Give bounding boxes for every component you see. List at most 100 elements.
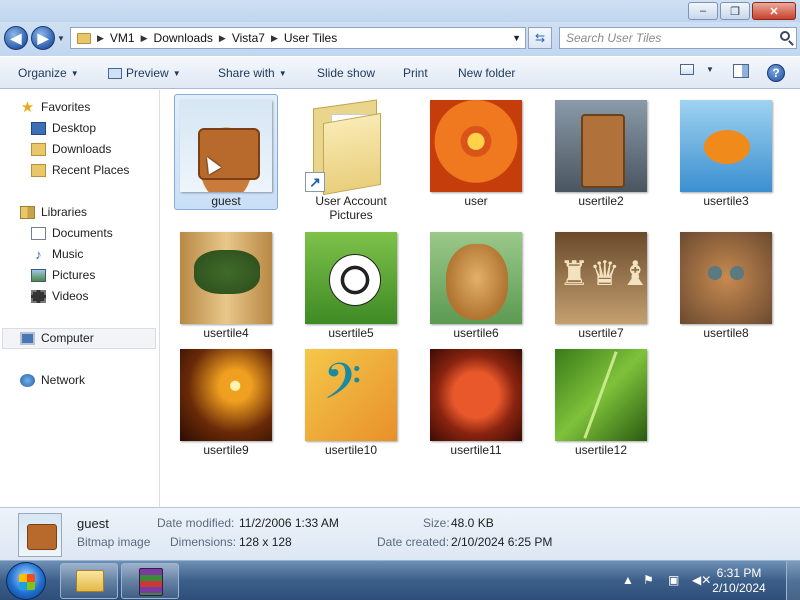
preview-pane-icon xyxy=(733,64,749,78)
dog-thumbnail xyxy=(430,232,522,324)
documents-icon xyxy=(31,226,46,240)
computer-icon xyxy=(20,331,35,345)
details-thumbnail xyxy=(18,513,62,557)
date-created-value[interactable]: 2/10/2024 6:25 PM xyxy=(451,535,552,549)
nav-label: Network xyxy=(41,373,86,387)
new-folder-button[interactable]: New folder xyxy=(458,66,515,80)
date-modified-value[interactable]: 11/2/2006 1:33 AM xyxy=(239,516,339,530)
nav-pictures[interactable]: Pictures xyxy=(31,266,95,284)
slide-show-button[interactable]: Slide show xyxy=(317,66,375,80)
recent-pages-dropdown[interactable]: ▼ xyxy=(57,34,65,43)
preview-button[interactable]: Preview ▼ xyxy=(108,66,181,80)
nav-music[interactable]: ♪ Music xyxy=(31,245,83,263)
nav-label: Music xyxy=(52,247,84,261)
recent-places-icon xyxy=(31,163,46,177)
file-list: guest ↗ User Account Pictures user usert… xyxy=(161,90,800,507)
nav-downloads[interactable]: Downloads xyxy=(31,140,111,158)
network-icon xyxy=(20,373,35,387)
share-with-label: Share with xyxy=(218,66,275,80)
sports-balls-thumbnail xyxy=(305,232,397,324)
nav-label: Libraries xyxy=(41,205,88,219)
breadcrumb-separator-icon[interactable]: ▶ xyxy=(141,33,148,44)
robot-thumbnail xyxy=(555,100,647,192)
leaf-thumbnail xyxy=(555,349,647,441)
nav-computer[interactable]: Computer xyxy=(20,329,94,347)
back-button[interactable]: ◀ xyxy=(4,26,28,50)
window-controls: – ❐ ✕ xyxy=(688,2,796,20)
videos-icon xyxy=(31,289,46,303)
print-button[interactable]: Print xyxy=(403,66,428,80)
libraries-icon xyxy=(20,205,35,219)
breadcrumb-separator-icon[interactable]: ▶ xyxy=(219,33,226,44)
details-file-name: guest xyxy=(77,516,109,531)
address-row: ◀ ▶ ▼ ▶ VM1 ▶ Downloads ▶ Vista7 ▶ User … xyxy=(0,22,800,56)
kitten-thumbnail xyxy=(680,232,772,324)
share-with-button[interactable]: Share with ▼ xyxy=(218,66,287,80)
flag-icon[interactable]: ⚑ xyxy=(643,573,654,587)
nav-label: Desktop xyxy=(52,121,97,135)
nav-recent-places[interactable]: Recent Places xyxy=(31,161,129,179)
dimensions-label: Dimensions: xyxy=(170,535,237,549)
system-clock[interactable]: 6:31 PM 2/10/2024 xyxy=(704,566,774,596)
search-box[interactable] xyxy=(559,27,797,49)
address-bar[interactable]: ▶ VM1 ▶ Downloads ▶ Vista7 ▶ User Tiles … xyxy=(70,27,526,49)
breadcrumb-separator-icon[interactable]: ▶ xyxy=(271,33,278,44)
breadcrumb-downloads[interactable]: Downloads xyxy=(154,31,213,45)
starfish-thumbnail xyxy=(430,349,522,441)
nav-desktop[interactable]: Desktop xyxy=(31,119,96,137)
folder-shortcut-icon: ↗ xyxy=(305,99,397,196)
nav-label: Videos xyxy=(52,289,89,303)
change-view-button[interactable]: ▼ xyxy=(680,64,714,75)
flower-thumbnail xyxy=(430,100,522,192)
file-name: usertile5 xyxy=(328,326,374,340)
taskbar-windows-explorer[interactable] xyxy=(60,563,118,599)
organize-button[interactable]: Organize ▼ xyxy=(18,66,79,80)
file-name: usertile8 xyxy=(703,326,749,340)
help-button[interactable]: ? xyxy=(767,64,785,82)
forward-button[interactable]: ▶ xyxy=(31,26,55,50)
size-value: 48.0 KB xyxy=(451,516,494,530)
file-name: usertile9 xyxy=(203,443,249,457)
date-created-label: Date created: xyxy=(377,535,450,549)
address-dropdown-icon[interactable]: ▼ xyxy=(512,33,521,43)
organize-label: Organize xyxy=(18,66,67,80)
file-name: User Account Pictures xyxy=(315,194,387,222)
breadcrumb-separator-icon[interactable]: ▶ xyxy=(97,33,104,44)
search-icon[interactable] xyxy=(780,31,790,41)
preview-pane-button[interactable] xyxy=(733,64,749,78)
maximize-button[interactable]: ❐ xyxy=(720,2,750,20)
breadcrumb-vm1[interactable]: VM1 xyxy=(110,31,135,45)
desktop-icon xyxy=(31,121,46,135)
file-name: usertile4 xyxy=(203,326,249,340)
search-input[interactable] xyxy=(566,31,766,45)
start-button[interactable] xyxy=(6,562,46,600)
preview-label: Preview xyxy=(126,66,169,80)
chevron-down-icon: ▼ xyxy=(706,65,714,74)
minimize-button[interactable]: – xyxy=(688,2,718,20)
file-name: usertile3 xyxy=(703,194,749,208)
nav-videos[interactable]: Videos xyxy=(31,287,88,305)
file-name: guest xyxy=(211,194,241,208)
folder-icon xyxy=(77,32,91,44)
shortcut-arrow-icon: ↗ xyxy=(305,172,325,192)
winrar-icon xyxy=(139,568,163,596)
nav-favorites[interactable]: ★ Favorites xyxy=(20,98,91,116)
network-icon[interactable]: ▣ xyxy=(668,573,679,587)
up-arrow-icon[interactable]: ▲ xyxy=(622,573,634,587)
nav-network[interactable]: Network xyxy=(20,371,85,389)
file-name: usertile11 xyxy=(450,443,502,457)
nav-label: Favorites xyxy=(41,100,91,114)
taskbar-winrar[interactable] xyxy=(121,563,179,599)
breadcrumb-user-tiles[interactable]: User Tiles xyxy=(284,31,337,45)
nav-documents[interactable]: Documents xyxy=(31,224,113,242)
downloads-folder-icon xyxy=(31,142,46,156)
refresh-button[interactable]: ⇆ xyxy=(528,27,552,49)
file-name: usertile12 xyxy=(574,443,628,457)
preview-icon xyxy=(108,67,122,79)
bonsai-thumbnail xyxy=(180,232,272,324)
breadcrumb-vista7[interactable]: Vista7 xyxy=(232,31,265,45)
file-name: usertile6 xyxy=(453,326,499,340)
show-desktop-button[interactable] xyxy=(786,561,800,600)
close-button[interactable]: ✕ xyxy=(752,2,796,20)
nav-libraries[interactable]: Libraries xyxy=(20,203,87,221)
